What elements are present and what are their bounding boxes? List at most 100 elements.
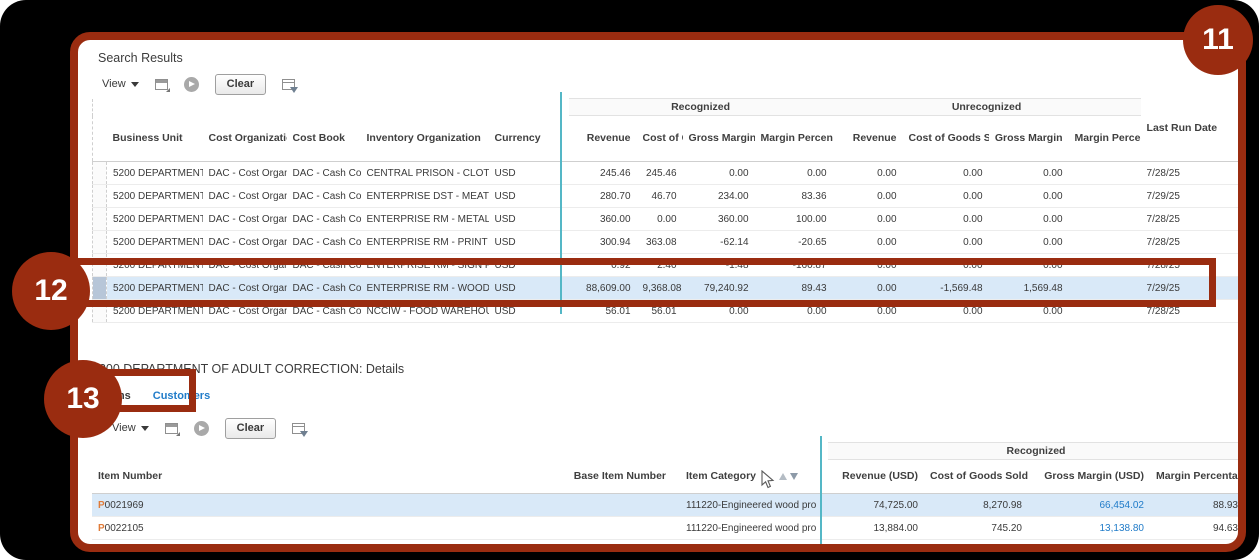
column-header-business-unit[interactable]: Business Unit [106,115,203,162]
sort-icons[interactable] [778,472,798,480]
column-header-cogs-usd[interactable]: Cost of Goods Sold (USD) [924,459,1028,494]
cell-item-number: P0022105 [92,516,512,540]
column-header-currency[interactable]: Currency [488,115,569,162]
column-header-recognized-cogs[interactable]: Cost of Goods Sold [636,115,683,162]
cell-currency: USD [488,161,569,185]
cell-unrecognized-margin-percentage [1068,184,1141,208]
cell-recognized-margin-percentage: -20.65 [754,230,833,254]
gross-margin-link[interactable]: 13,138.80 [1028,516,1150,540]
chevron-down-icon [130,81,139,87]
row-selector [92,207,107,231]
query-by-example-icon[interactable] [282,78,299,93]
cell-recognized-margin-percentage: 0.00 [754,161,833,185]
cell-item-number: P0021969 [92,493,512,517]
query-by-example-icon[interactable] [292,422,309,437]
cell-base-item-number [512,493,672,517]
cell-margin-percentage: 88.93 [1150,493,1238,517]
cell-cost-organization: DAC - Cost Organiz [202,184,287,208]
column-header-item-number[interactable]: Item Number [92,459,512,494]
cell-unrecognized-revenue: 0.00 [832,230,903,254]
column-header-cost-organization[interactable]: Cost Organization [202,115,287,162]
cell-currency: USD [488,184,569,208]
item-row[interactable]: P0020771 561122-Desking systems 0.00 351.91… [92,539,1238,544]
header-spacer [92,442,828,460]
cell-cost-book: DAC - Cash Cost B [286,161,361,185]
column-header-recognized-gross-margin[interactable]: Gross Margin [682,115,755,162]
sort-ascending-icon[interactable] [778,472,787,480]
column-header-unrecognized-cogs[interactable]: Cost of Goods Sold [902,115,989,162]
cell-inventory-organization: CENTRAL PRISON - CLOTHING V [360,161,489,185]
cell-cost-book: DAC - Cash Cost B [286,207,361,231]
column-header-recognized-revenue[interactable]: Revenue [568,115,637,162]
item-number-text: 0022105 [104,522,144,534]
column-header-inventory-organization[interactable]: Inventory Organization [360,115,489,162]
item-row[interactable]: P0022105 111220-Engineered wood pro 13,884… [92,516,1238,540]
cell-recognized-cogs: 363.08 [636,230,683,254]
search-results-title: Search Results [98,51,183,65]
cell-unrecognized-gross-margin: 0.00 [988,161,1069,185]
cell-recognized-cogs: 245.46 [636,161,683,185]
row-selector [92,230,107,254]
cell-unrecognized-margin-percentage [1068,230,1141,254]
cell-cogs-usd: 8,270.98 [924,493,1028,517]
cell-margin-percentage: 94.63 [1150,516,1238,540]
row-selector-header [92,115,107,162]
cell-recognized-gross-margin: 0.00 [682,161,755,185]
search-result-row[interactable]: 5200 DEPARTMENT OFDAC - Cost OrganizDAC … [92,230,1238,254]
chevron-down-icon [140,425,149,431]
go-icon[interactable] [183,76,199,92]
cell-unrecognized-cogs: 0.00 [902,207,989,231]
cell-cost-organization: DAC - Cost Organiz [202,230,287,254]
column-header-recognized-margin-percentage[interactable]: Margin Percentage [754,115,833,162]
view-menu-button[interactable]: View [112,422,149,434]
item-row[interactable]: P0021969 111220-Engineered wood pro 74,725… [92,493,1238,517]
details-items-table: Recognized Item Number Base Item Number … [92,442,1238,544]
cell-business-unit: 5200 DEPARTMENT OF [106,161,203,185]
group-header-unrecognized: Unrecognized [832,98,1141,116]
clear-button[interactable]: Clear [214,73,267,95]
column-header-margin-percentage[interactable]: Margin Percentage [1150,459,1238,494]
cell-cogs-usd: 351.91 [924,539,1028,544]
cell-recognized-cogs: 0.00 [636,207,683,231]
cell-revenue-usd: 13,884.00 [828,516,924,540]
view-menu-button[interactable]: View [102,78,139,90]
cell-inventory-organization: ENTERPRISE RM - PRINT PLANT [360,230,489,254]
cell-unrecognized-cogs: 0.00 [902,161,989,185]
callout-13: 13 [44,360,122,438]
cell-recognized-revenue: 300.94 [568,230,637,254]
search-result-row[interactable]: 5200 DEPARTMENT OFDAC - Cost OrganizDAC … [92,161,1238,185]
cell-revenue-usd: 74,725.00 [828,493,924,517]
sort-descending-icon[interactable] [789,472,798,480]
gross-margin-link[interactable]: -351.91 [1028,539,1150,544]
cell-currency: USD [488,207,569,231]
cell-cogs-usd: 745.20 [924,516,1028,540]
cell-cost-organization: DAC - Cost Organiz [202,207,287,231]
detach-icon[interactable] [164,422,180,436]
cell-recognized-cogs: 46.70 [636,184,683,208]
cell-unrecognized-revenue: 0.00 [832,184,903,208]
cell-unrecognized-margin-percentage [1068,207,1141,231]
cell-recognized-revenue: 280.70 [568,184,637,208]
column-header-base-item-number[interactable]: Base Item Number [512,459,672,494]
go-icon[interactable] [193,420,209,436]
gross-margin-link[interactable]: 66,454.02 [1028,493,1150,517]
column-header-unrecognized-revenue[interactable]: Revenue [832,115,903,162]
cell-currency: USD [488,230,569,254]
search-result-row[interactable]: 5200 DEPARTMENT OFDAC - Cost OrganizDAC … [92,207,1238,231]
cell-recognized-gross-margin: 360.00 [682,207,755,231]
column-header-last-run-date[interactable]: Last Run Date [1140,115,1238,162]
column-header-revenue-usd[interactable]: Revenue (USD) [828,459,924,494]
column-header-gross-margin-usd[interactable]: Gross Margin (USD) [1028,459,1150,494]
clear-button[interactable]: Clear [224,417,277,439]
cell-item-category: 561122-Desking systems [672,539,828,544]
detach-icon[interactable] [154,78,170,92]
column-header-item-category[interactable]: Item Category [672,459,828,494]
cell-unrecognized-cogs: 0.00 [902,230,989,254]
column-header-cost-book[interactable]: Cost Book [286,115,361,162]
cell-cost-book: DAC - Cash Cost B [286,184,361,208]
column-header-unrecognized-margin-percentage[interactable]: Margin Percentage [1068,115,1141,162]
search-results-toolbar: View Clear [102,73,299,95]
search-result-row[interactable]: 5200 DEPARTMENT OFDAC - Cost OrganizDAC … [92,184,1238,208]
column-header-unrecognized-gross-margin[interactable]: Gross Margin [988,115,1069,162]
header-spacer [1140,98,1238,116]
